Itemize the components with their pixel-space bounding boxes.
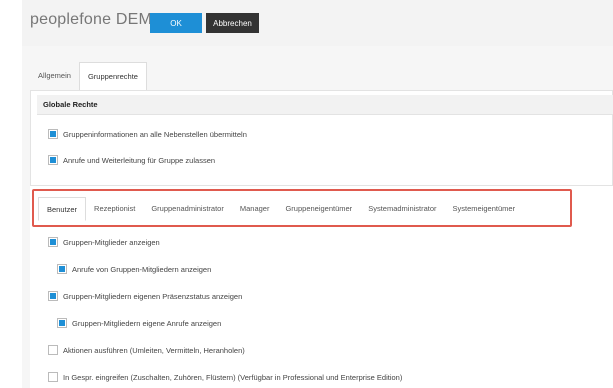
permission-label: Aktionen ausführen (Umleiten, Vermitteln… — [63, 345, 245, 355]
permission-label: Gruppen-Mitgliedern eigenen Präsenzstatu… — [63, 291, 243, 301]
option-label: Gruppeninformationen an alle Nebenstelle… — [63, 129, 247, 139]
tab-systemeigentuemer[interactable]: Systemeigentümer — [445, 197, 524, 221]
dialog-title: peoplefone DEMO — [30, 11, 165, 28]
permission-row[interactable]: Gruppen-Mitglieder anzeigen — [48, 237, 160, 247]
checkbox[interactable] — [48, 129, 58, 139]
dialog-header: peoplefone DEMO OK Abbrechen — [22, 0, 613, 46]
permission-label: Anrufe von Gruppen-Mitgliedern anzeigen — [72, 264, 212, 274]
permission-label: Gruppen-Mitgliedern eigene Anrufe anzeig… — [72, 318, 222, 328]
checkbox[interactable] — [48, 345, 58, 355]
tab-benutzer[interactable]: Benutzer — [38, 197, 87, 221]
cancel-button[interactable]: Abbrechen — [206, 13, 259, 33]
global-option-info[interactable]: Gruppeninformationen an alle Nebenstelle… — [48, 129, 247, 139]
permission-row[interactable]: In Gespr. eingreifen (Zuschalten, Zuhöre… — [48, 372, 402, 382]
tab-gruppenadministrator[interactable]: Gruppenadministrator — [143, 197, 232, 221]
permission-row[interactable]: Aktionen ausführen (Umleiten, Vermitteln… — [48, 345, 245, 355]
main-tabs: Allgemein Gruppenrechte — [30, 62, 147, 90]
permission-row[interactable]: Gruppen-Mitgliedern eigenen Präsenzstatu… — [48, 291, 242, 301]
tab-allgemein[interactable]: Allgemein — [30, 62, 79, 90]
tab-systemadministrator[interactable]: Systemadministrator — [360, 197, 444, 221]
ok-button[interactable]: OK — [150, 13, 202, 33]
checkbox[interactable] — [48, 291, 58, 301]
tab-manager[interactable]: Manager — [232, 197, 278, 221]
global-rights-heading: Globale Rechte — [37, 95, 613, 115]
checkbox[interactable] — [48, 237, 58, 247]
permission-row[interactable]: Gruppen-Mitgliedern eigene Anrufe anzeig… — [57, 318, 221, 328]
tab-gruppenrechte[interactable]: Gruppenrechte — [78, 62, 147, 90]
global-option-calls[interactable]: Anrufe und Weiterleitung für Gruppe zula… — [48, 155, 215, 165]
role-tabs: Benutzer Rezeptionist Gruppenadministrat… — [38, 197, 523, 221]
left-gutter — [0, 0, 22, 388]
permission-label: In Gespr. eingreifen (Zuschalten, Zuhöre… — [63, 372, 403, 382]
role-tabs-highlight: Benutzer Rezeptionist Gruppenadministrat… — [32, 189, 572, 227]
checkbox[interactable] — [57, 318, 67, 328]
checkbox[interactable] — [48, 155, 58, 165]
checkbox[interactable] — [48, 372, 58, 382]
permission-label: Gruppen-Mitglieder anzeigen — [63, 237, 160, 247]
checkbox[interactable] — [57, 264, 67, 274]
tab-gruppeneigentuemer[interactable]: Gruppeneigentümer — [277, 197, 360, 221]
tab-rezeptionist[interactable]: Rezeptionist — [86, 197, 143, 221]
option-label: Anrufe und Weiterleitung für Gruppe zula… — [63, 155, 216, 165]
permission-row[interactable]: Anrufe von Gruppen-Mitgliedern anzeigen — [57, 264, 211, 274]
